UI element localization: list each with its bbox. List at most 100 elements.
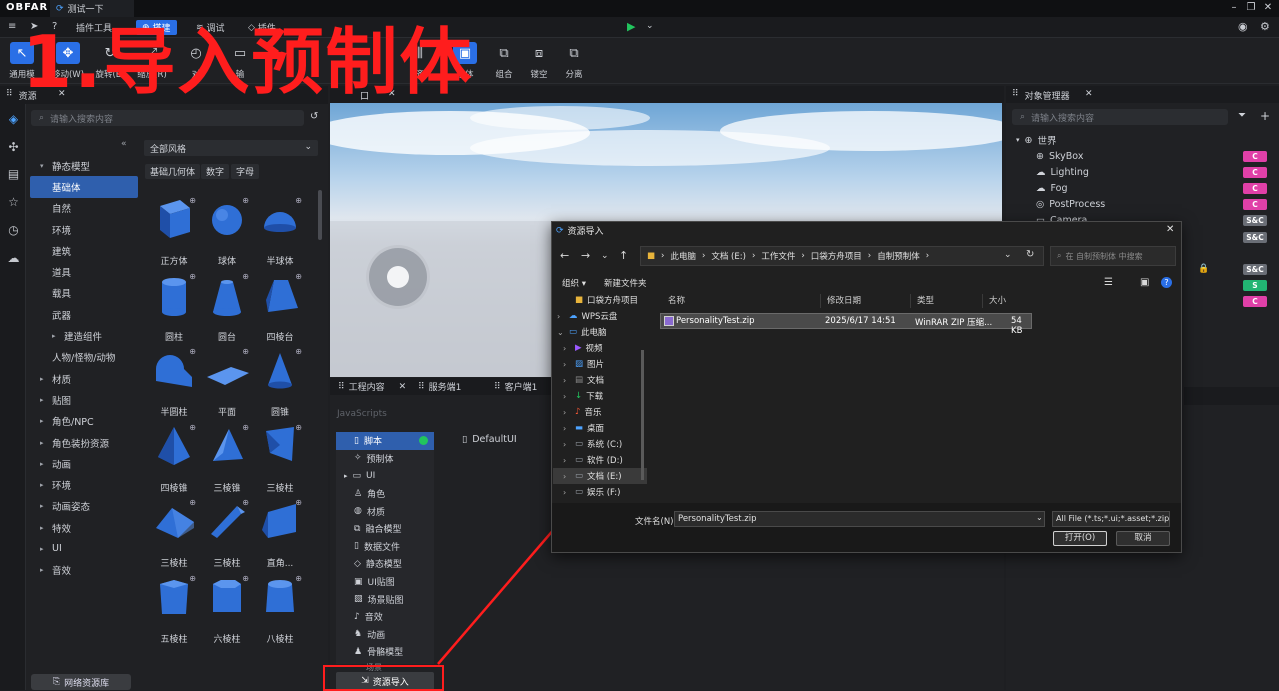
dialog-title-text: 资源导入: [567, 227, 604, 237]
forward-arrow-icon[interactable]: →: [581, 249, 590, 262]
nav-item[interactable]: ⌄ ▭ 此电脑: [553, 324, 647, 340]
dialog-title: ⟳ 资源导入: [556, 224, 604, 238]
nav-scrollbar[interactable]: [641, 350, 644, 480]
path-separator: ›: [801, 251, 805, 261]
chevron-right-icon[interactable]: ›: [563, 472, 571, 481]
recent-chevron-icon[interactable]: ⌄: [601, 251, 609, 261]
view-options-icon[interactable]: ☰: [1104, 277, 1113, 288]
nav-item-label: 桌面: [587, 424, 605, 434]
drive-icon: ▭: [575, 487, 584, 497]
nav-item-label: 此电脑: [581, 328, 607, 338]
computer-icon: ▭: [569, 327, 578, 337]
nav-item[interactable]: › ▶ 视频: [553, 340, 647, 356]
nav-item[interactable]: › ♪ 音乐: [553, 404, 647, 420]
chevron-down-icon[interactable]: ⌄: [557, 328, 565, 337]
nav-item-label: 口袋方舟项目: [587, 296, 639, 306]
dialog-command-bar: 组织 ▾ 新建文件夹: [562, 277, 646, 289]
nav-item-label: 下载: [586, 392, 604, 402]
path-separator: ›: [701, 251, 706, 261]
filename-label: 文件名(N):: [635, 517, 677, 527]
nav-item-label: 软件 (D:): [587, 456, 623, 466]
nav-item[interactable]: › ▭ 系统 (C:): [553, 436, 647, 452]
refresh-icon[interactable]: ↻: [1026, 249, 1034, 260]
breadcrumb-item[interactable]: 此电脑: [670, 250, 696, 262]
breadcrumb-item[interactable]: 文档 (E:): [711, 250, 746, 262]
close-icon[interactable]: ✕: [1166, 224, 1174, 235]
file-size: 54 KB: [1011, 316, 1023, 336]
chevron-right-icon[interactable]: ›: [563, 344, 571, 353]
chevron-right-icon[interactable]: ›: [563, 360, 571, 369]
path-separator: ›: [925, 251, 930, 261]
chevron-right-icon[interactable]: ›: [563, 488, 571, 497]
nav-item-label: 音乐: [584, 408, 602, 418]
file-row-personalitytest[interactable]: PersonalityTest.zip 2025/6/17 14:51 WinR…: [660, 313, 1032, 336]
preview-pane-icon[interactable]: ▣: [1140, 277, 1149, 288]
picture-icon: ▨: [575, 359, 584, 369]
file-name: PersonalityTest.zip: [676, 316, 755, 326]
breadcrumb-item[interactable]: 工作文件: [761, 250, 795, 262]
download-icon: ↓: [575, 391, 583, 401]
column-name[interactable]: 名称: [662, 294, 685, 308]
nav-item-label: 图片: [587, 360, 605, 370]
file-date: 2025/6/17 14:51: [825, 316, 896, 326]
nav-item[interactable]: › ▭ 娱乐 (F:): [553, 484, 647, 500]
cancel-button[interactable]: 取消: [1116, 531, 1170, 546]
chevron-right-icon[interactable]: ›: [563, 408, 571, 417]
organize-button[interactable]: 组织 ▾: [562, 277, 586, 289]
nav-item[interactable]: › ▬ 桌面: [553, 420, 647, 436]
drive-icon: ▭: [575, 471, 584, 481]
overlay-title: 1.导入预制体: [22, 20, 474, 104]
column-size[interactable]: 大小: [982, 294, 1006, 308]
dialog-search-input[interactable]: ⌕ 在 自制预制体 中搜索: [1050, 246, 1176, 266]
nav-item[interactable]: ■ 口袋方舟项目: [553, 292, 647, 308]
drive-icon: ▭: [575, 455, 584, 465]
search-icon: ⌕: [1057, 251, 1062, 260]
chevron-right-icon[interactable]: ›: [563, 440, 571, 449]
filetype-select[interactable]: All File (*.ts;*.ui;*.asset;*.zip;*: [1052, 511, 1170, 527]
chevron-right-icon[interactable]: ›: [563, 392, 571, 401]
nav-item[interactable]: › ↓ 下载: [553, 388, 647, 404]
filename-dropdown-icon[interactable]: ⌄: [1036, 513, 1043, 522]
nav-item-label: 文档 (E:): [587, 472, 622, 482]
open-button[interactable]: 打开(O): [1053, 531, 1107, 546]
column-type[interactable]: 类型: [910, 294, 934, 308]
nav-item-label: 文档: [587, 376, 605, 386]
desktop-icon: ▬: [575, 423, 584, 433]
cloud-icon: ☁: [569, 311, 578, 321]
folder-icon: ■: [647, 251, 656, 261]
search-placeholder: 在 自制预制体 中搜索: [1065, 251, 1143, 261]
filename-input[interactable]: PersonalityTest.zip: [674, 511, 1045, 527]
nav-item-label: WPS云盘: [581, 312, 618, 322]
path-separator: ›: [867, 251, 872, 261]
breadcrumb-item[interactable]: 口袋方舟项目: [811, 250, 862, 262]
app-icon: ⟳: [556, 225, 564, 236]
chevron-right-icon[interactable]: ›: [563, 376, 571, 385]
chevron-right-icon[interactable]: ›: [563, 424, 571, 433]
drive-icon: ▭: [575, 439, 584, 449]
nav-item[interactable]: › ▭ 文档 (E:): [553, 468, 647, 484]
back-arrow-icon[interactable]: ←: [560, 249, 569, 262]
chevron-right-icon[interactable]: ›: [563, 456, 571, 465]
help-icon[interactable]: ?: [1161, 277, 1172, 288]
zip-file-icon: [664, 316, 674, 326]
up-arrow-icon[interactable]: ↑: [619, 249, 628, 262]
address-bar[interactable]: ■ › 此电脑 › 文档 (E:) › 工作文件 › 口袋方舟项目 › 自制预制体 ›: [640, 246, 1044, 266]
music-icon: ♪: [575, 407, 581, 417]
folder-icon: ■: [575, 295, 584, 305]
video-icon: ▶: [575, 343, 582, 353]
dialog-navigation-pane: ■ 口袋方舟项目 › ☁ WPS云盘 ⌄ ▭ 此电脑 › ▶ 视频 › ▨ 图片 › ▤ 文档 › ↓ 下载 › ♪ 音乐 ›…: [553, 292, 647, 504]
file-type: WinRAR ZIP 压缩...: [915, 318, 993, 328]
address-dropdown-icon[interactable]: ⌄: [1004, 250, 1012, 260]
nav-item[interactable]: › ▤ 文档: [553, 372, 647, 388]
nav-item[interactable]: › ▨ 图片: [553, 356, 647, 372]
nav-item[interactable]: › ☁ WPS云盘: [553, 308, 647, 324]
column-date[interactable]: 修改日期: [820, 294, 861, 308]
breadcrumb-item[interactable]: 自制预制体: [877, 250, 920, 262]
chevron-right-icon[interactable]: ›: [557, 312, 565, 321]
nav-item[interactable]: › ▭ 软件 (D:): [553, 452, 647, 468]
nav-item-label: 娱乐 (F:): [587, 488, 621, 498]
nav-item-label: 系统 (C:): [587, 440, 623, 450]
path-separator: ›: [751, 251, 756, 261]
path-separator: ›: [661, 251, 665, 261]
new-folder-button[interactable]: 新建文件夹: [604, 277, 647, 289]
